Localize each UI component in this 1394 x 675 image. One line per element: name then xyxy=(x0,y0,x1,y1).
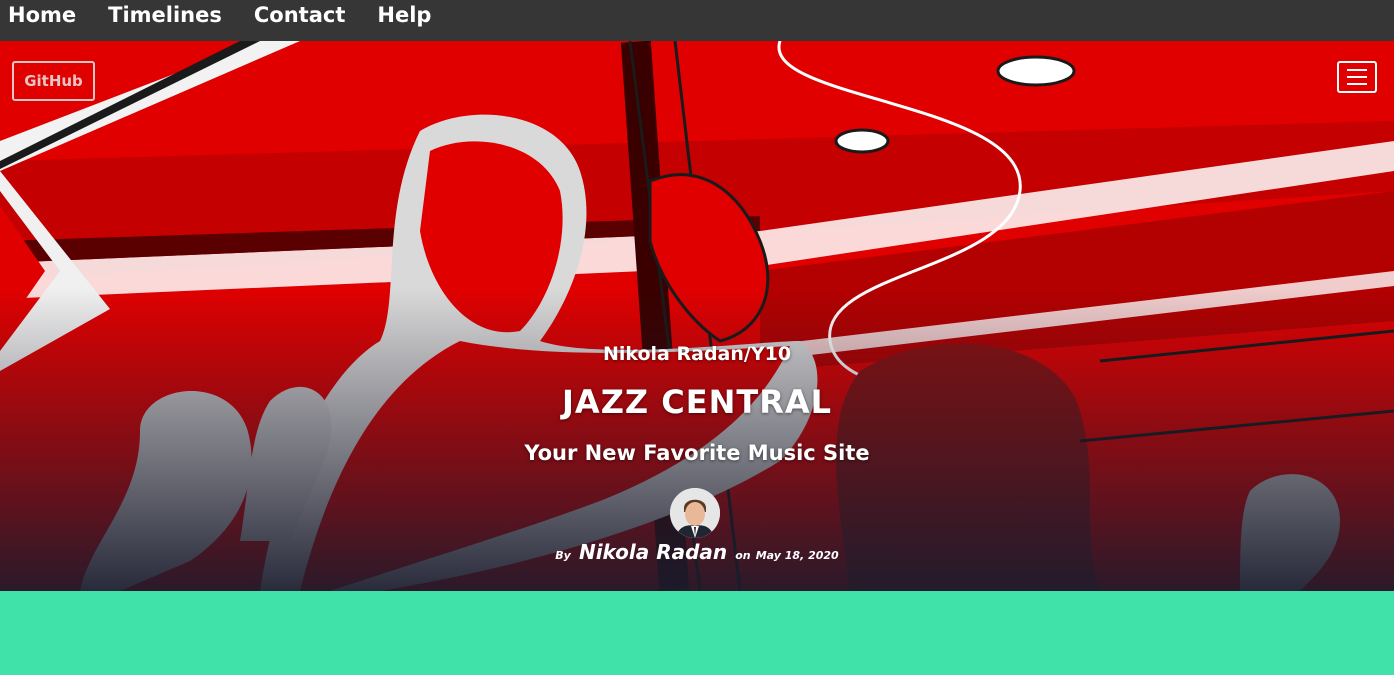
author-avatar xyxy=(670,488,720,538)
nav-help-link[interactable]: Help xyxy=(377,0,431,30)
content-section xyxy=(0,591,1394,675)
byline-author: Nikola Radan xyxy=(578,540,728,564)
hamburger-menu-icon[interactable] xyxy=(1337,61,1377,93)
byline: By Nikola Radan on May 18, 2020 xyxy=(0,540,1394,564)
hero-tagline: Your New Favorite Music Site xyxy=(524,441,870,465)
hero-subtitle: Nikola Radan/Y10 xyxy=(602,343,792,365)
top-navigation: Home Timelines Contact Help xyxy=(0,0,1394,41)
github-button[interactable]: GitHub xyxy=(12,61,95,101)
byline-by: By xyxy=(555,549,571,562)
nav-contact-link[interactable]: Contact xyxy=(254,0,346,30)
byline-on: on xyxy=(735,549,751,562)
byline-date: May 18, 2020 xyxy=(755,549,839,562)
nav-timelines-link[interactable]: Timelines xyxy=(108,0,222,30)
page-title: JAZZ CENTRAL xyxy=(562,383,832,421)
nav-home-link[interactable]: Home xyxy=(8,0,76,30)
hero-banner: GitHub Nikola Radan/Y10 JAZZ CENTRAL You… xyxy=(0,41,1394,591)
